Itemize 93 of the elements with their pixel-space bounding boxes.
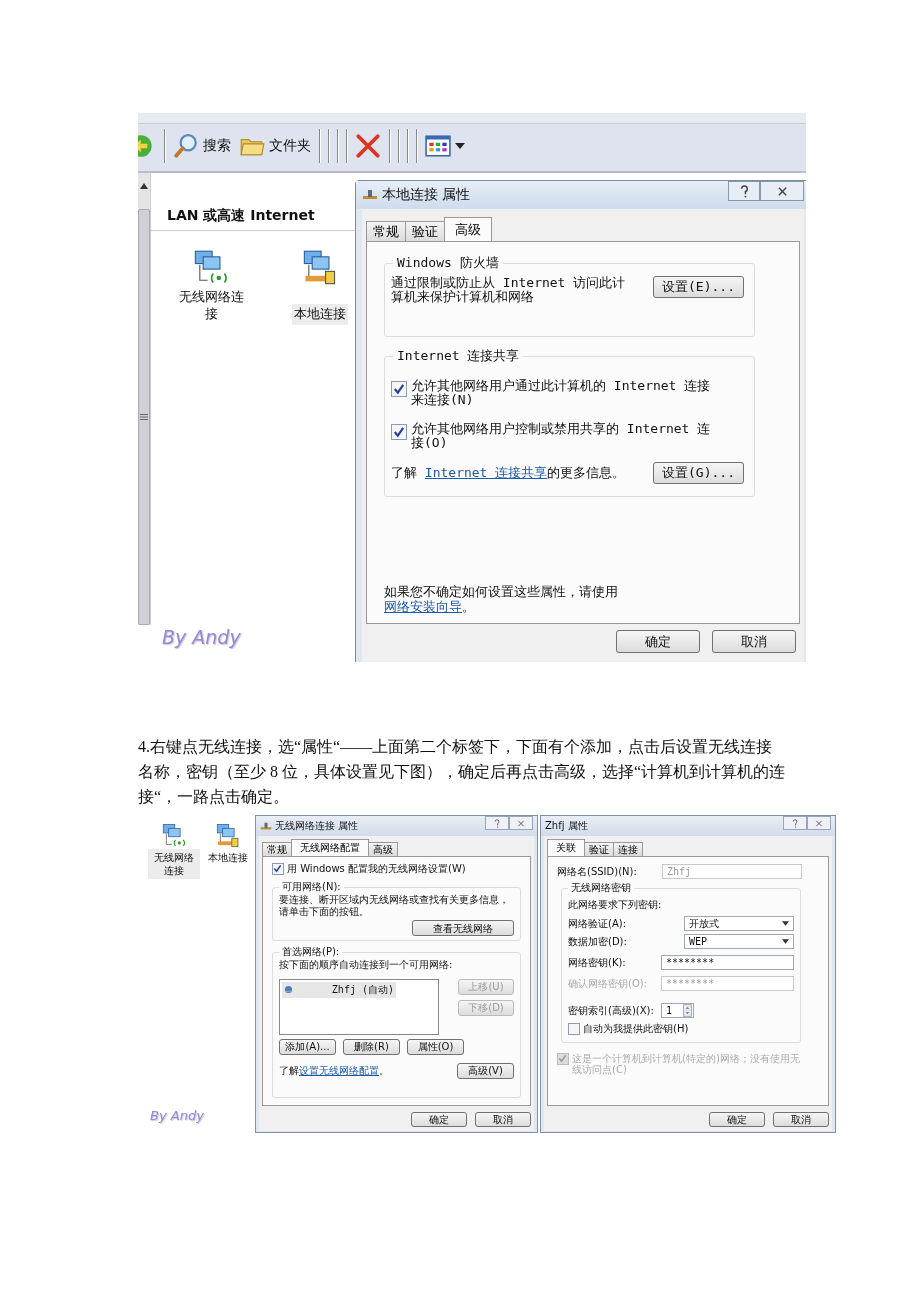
close-button[interactable] (807, 816, 831, 830)
wireless-globe-icon (284, 985, 293, 994)
checkbox-label: 允许其他网络用户通过此计算机的 Internet 连接来连接(N) (411, 379, 711, 408)
wizard-link[interactable]: 网络安装向导 (384, 599, 462, 615)
folders-button[interactable]: 文件夹 (235, 131, 315, 161)
spin-field[interactable]: 1 (661, 1003, 694, 1018)
field-label: 网络密钥(K): (568, 955, 627, 970)
network-list[interactable]: Zhfj (自动) (279, 978, 439, 1035)
wireless-setup-link[interactable]: 设置无线网络配置 (299, 1064, 379, 1076)
view-networks-button[interactable]: 查看无线网络 (412, 920, 514, 936)
caret-icon (782, 939, 789, 944)
field-label: 网络名(SSID)(N): (557, 864, 638, 879)
ok-button[interactable]: 确定 (411, 1112, 467, 1127)
password-field[interactable]: ******** (661, 955, 794, 970)
network-plug-icon (260, 821, 272, 831)
description-text: 此网络要求下列密钥: (568, 898, 663, 912)
field-label: 数据加密(D): (568, 934, 628, 949)
description-text: 要连接、断开区域内无线网络或查找有关更多信息，请单击下面的按钮。 (279, 894, 510, 917)
wireless-network-icon (161, 823, 187, 849)
group-title: 无线网络密钥 (570, 881, 632, 895)
checkbox[interactable] (391, 423, 407, 440)
delete-icon (355, 133, 381, 159)
info-text: 了解设置无线网络配置。 (279, 1063, 389, 1078)
settings-button[interactable]: 设置(G)... (653, 462, 744, 485)
ok-button[interactable]: 确定 (709, 1112, 765, 1127)
close-button[interactable] (509, 816, 533, 830)
caret-icon (782, 921, 789, 926)
connection-item[interactable]: 无线网络连接 (171, 249, 251, 325)
description-text: 通过限制或防止从 Internet 访问此计算机来保护计算机和网络 (391, 276, 627, 305)
scrollbar[interactable] (138, 173, 151, 625)
tab[interactable]: 关联 (547, 839, 585, 856)
cancel-button[interactable]: 取消 (475, 1112, 531, 1127)
sharing-link[interactable]: Internet 连接共享 (424, 465, 548, 481)
advanced-button[interactable]: 高级(V) (457, 1062, 514, 1079)
spinner-arrows-icon (683, 1004, 692, 1017)
dropdown[interactable]: 开放式 (684, 916, 794, 931)
instruction-paragraph: 4.右键点无线连接，选“属性“——上面第二个标签下，下面有个添加，点击后设置无线连接名称，密钥（至少 8 位，具体设置见下图），确定后再点击高级，选择“计算机到计算机的连接“，一路点击确定。 (138, 737, 786, 807)
signature: By Andy (162, 626, 241, 648)
help-icon (791, 818, 799, 828)
tab[interactable]: 常规 (262, 842, 292, 856)
checkbox-label: 允许其他网络用户控制或禁用共享的 Internet 连接(O) (411, 421, 711, 451)
window-title: 本地连接 属性 (382, 186, 471, 204)
list-action-button[interactable]: 添加(A)... (279, 1038, 336, 1055)
search-button[interactable]: 搜索 (169, 131, 235, 161)
close-button[interactable] (760, 181, 804, 201)
checkbox[interactable] (391, 381, 407, 397)
close-icon (815, 818, 823, 828)
tab[interactable]: 常规 (366, 221, 406, 241)
search-icon (173, 133, 199, 159)
list-action-button[interactable]: 删除(R) (343, 1038, 400, 1055)
grid-icon (425, 133, 451, 159)
close-icon (776, 184, 788, 198)
tab[interactable]: 高级 (368, 842, 398, 856)
window-title: 无线网络连接 属性 (275, 819, 359, 833)
help-button[interactable] (728, 181, 760, 201)
network-plug-icon (362, 189, 378, 201)
scroll-up-arrow-icon (140, 183, 148, 189)
cancel-button[interactable]: 取消 (773, 1112, 829, 1127)
help-icon (738, 184, 750, 198)
connection-item[interactable]: 本地连接 (202, 823, 254, 879)
checkbox[interactable] (272, 863, 284, 875)
group-title: Windows 防火墙 (396, 254, 500, 272)
field-label: 密钥索引(高级)(X): (568, 1003, 655, 1018)
ok-button[interactable]: 确定 (616, 630, 700, 653)
group-title: 可用网络(N): (281, 880, 342, 894)
tab[interactable]: 高级 (444, 217, 492, 241)
group-title: 首选网络(P): (281, 945, 341, 959)
checkbox[interactable] (568, 1023, 580, 1035)
tab[interactable]: 连接 (613, 842, 643, 856)
field-label: 确认网络密钥(O): (568, 976, 649, 991)
lan-network-icon (215, 823, 241, 849)
tab[interactable]: 验证 (584, 842, 614, 856)
dropdown[interactable]: WEP (684, 934, 794, 949)
grip-icon (140, 414, 148, 420)
hint-text: 如果您不确定如何设置这些属性，请使用 网络安装向导。 (384, 585, 619, 615)
cancel-button[interactable]: 取消 (712, 630, 796, 653)
tab[interactable]: 无线网络配置 (291, 839, 369, 856)
settings-button[interactable]: 设置(E)... (653, 276, 744, 298)
info-text: 了解 Internet 连接共享的更多信息。 (391, 464, 626, 483)
tab[interactable]: 验证 (405, 221, 445, 241)
list-action-button[interactable]: 属性(O) (407, 1038, 464, 1055)
checkbox-label: 用 Windows 配置我的无线网络设置(W) (287, 862, 466, 876)
network-item[interactable]: Zhfj (自动) (282, 981, 396, 998)
window-title: Zhfj 属性 (545, 819, 588, 833)
signature: By Andy (150, 1108, 205, 1123)
checkbox-label: 自动为我提供此密钥(H) (583, 1022, 689, 1036)
help-icon (493, 818, 501, 828)
caret-icon (455, 143, 465, 149)
description-text: 按下面的顺序自动连接到一个可用网络: (279, 959, 454, 971)
connection-item[interactable]: 本地连接 (265, 249, 375, 325)
close-icon (517, 818, 525, 828)
group-title: Internet 连接共享 (396, 347, 521, 365)
field-label: 网络验证(A): (568, 916, 627, 931)
